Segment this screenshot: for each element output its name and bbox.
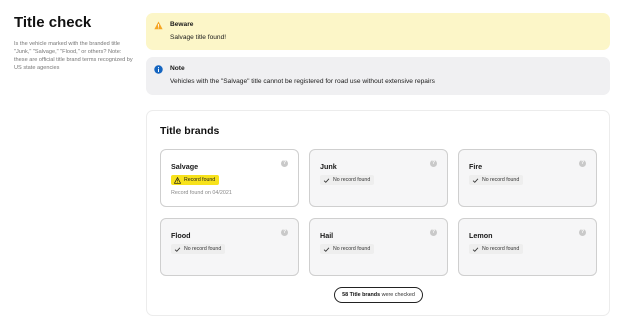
page-title: Title check <box>14 14 92 31</box>
warning-icon <box>174 176 181 184</box>
warning-alert: Beware Salvage title found! <box>146 13 610 50</box>
info-text: Vehicles with the "Salvage" title cannot… <box>170 78 435 85</box>
brand-name: Salvage <box>171 162 199 171</box>
warning-text: Salvage title found! <box>170 34 227 41</box>
record-found-badge: Record found <box>171 175 220 185</box>
checked-suffix: were checked <box>380 292 415 298</box>
title-check-intro: Title check Is the vehicle marked with t… <box>14 14 136 72</box>
check-icon <box>174 247 181 252</box>
brand-name: Junk <box>320 162 337 171</box>
help-icon[interactable]: ? <box>579 229 586 236</box>
brand-card-salvage: Salvage ? Record found Record found on 0… <box>160 149 299 207</box>
no-record-badge: No record found <box>320 244 375 254</box>
title-brands-panel: Title brands Salvage ? Record found Reco… <box>146 110 610 316</box>
brand-name: Flood <box>171 231 191 240</box>
brand-name: Hail <box>320 231 334 240</box>
badge-label: Record found <box>184 177 216 183</box>
help-icon[interactable]: ? <box>281 229 288 236</box>
warning-title: Beware <box>170 21 194 28</box>
check-icon <box>323 178 330 183</box>
brand-card-lemon: Lemon ? No record found <box>458 218 597 276</box>
brand-name: Lemon <box>469 231 493 240</box>
brand-card-fire: Fire ? No record found <box>458 149 597 207</box>
brand-name: Fire <box>469 162 483 171</box>
badge-label: No record found <box>482 246 520 252</box>
check-icon <box>323 247 330 252</box>
no-record-badge: No record found <box>469 175 524 185</box>
brand-card-hail: Hail ? No record found <box>309 218 448 276</box>
brands-checked-button[interactable]: 58 Title brands were checked <box>334 287 423 303</box>
info-title: Note <box>170 65 185 72</box>
no-record-badge: No record found <box>320 175 375 185</box>
help-icon[interactable]: ? <box>430 160 437 167</box>
warning-icon <box>154 21 163 30</box>
record-date: Record found on 04/2021 <box>171 190 232 196</box>
check-icon <box>472 178 479 183</box>
no-record-badge: No record found <box>171 244 226 254</box>
badge-label: No record found <box>333 177 371 183</box>
info-icon <box>154 65 163 74</box>
page-description: Is the vehicle marked with the branded t… <box>14 41 133 71</box>
badge-label: No record found <box>333 246 371 252</box>
brand-card-flood: Flood ? No record found <box>160 218 299 276</box>
help-icon[interactable]: ? <box>430 229 437 236</box>
badge-label: No record found <box>482 177 520 183</box>
no-record-badge: No record found <box>469 244 524 254</box>
info-alert: Note Vehicles with the "Salvage" title c… <box>146 57 610 95</box>
help-icon[interactable]: ? <box>579 160 586 167</box>
help-icon[interactable]: ? <box>281 160 288 167</box>
brand-card-junk: Junk ? No record found <box>309 149 448 207</box>
title-brands-heading: Title brands <box>160 125 220 137</box>
checked-count: 58 Title brands <box>342 292 381 298</box>
badge-label: No record found <box>184 246 222 252</box>
check-icon <box>472 247 479 252</box>
